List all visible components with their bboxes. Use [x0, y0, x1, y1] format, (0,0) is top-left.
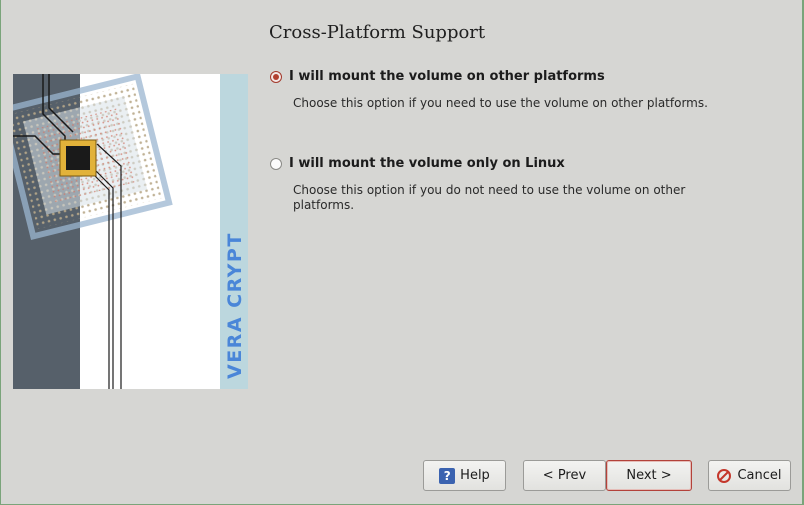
next-button-label: Next > [626, 468, 672, 483]
option-linux-only-description: Choose this option if you do not need to… [293, 183, 686, 212]
page-title: Cross-Platform Support [269, 22, 486, 43]
prev-button-label: < Prev [542, 468, 587, 483]
cancel-button[interactable]: Cancel [708, 460, 791, 491]
option-other-platforms-label[interactable]: I will mount the volume on other platfor… [289, 69, 605, 84]
option-other-platforms[interactable]: I will mount the volume on other platfor… [270, 69, 733, 111]
radio-linux-only[interactable] [270, 157, 282, 170]
prev-button[interactable]: < Prev [523, 460, 606, 491]
help-icon: ? [439, 467, 456, 484]
help-button[interactable]: ? Help [423, 460, 506, 491]
cancel-button-label: Cancel [737, 468, 782, 483]
cancel-icon [717, 468, 732, 483]
next-button[interactable]: Next > [606, 460, 692, 491]
option-linux-only-label[interactable]: I will mount the volume only on Linux [289, 156, 565, 171]
help-button-label: Help [460, 468, 490, 483]
radio-other-platforms[interactable] [270, 70, 282, 83]
option-other-platforms-description: Choose this option if you need to use th… [293, 96, 708, 110]
window-frame-left [0, 0, 1, 505]
brand-text: VERA CRYPT [224, 232, 246, 379]
veracrypt-wizard-image: VERA CRYPT [13, 74, 248, 389]
option-linux-only[interactable]: I will mount the volume only on Linux Ch… [270, 156, 733, 213]
